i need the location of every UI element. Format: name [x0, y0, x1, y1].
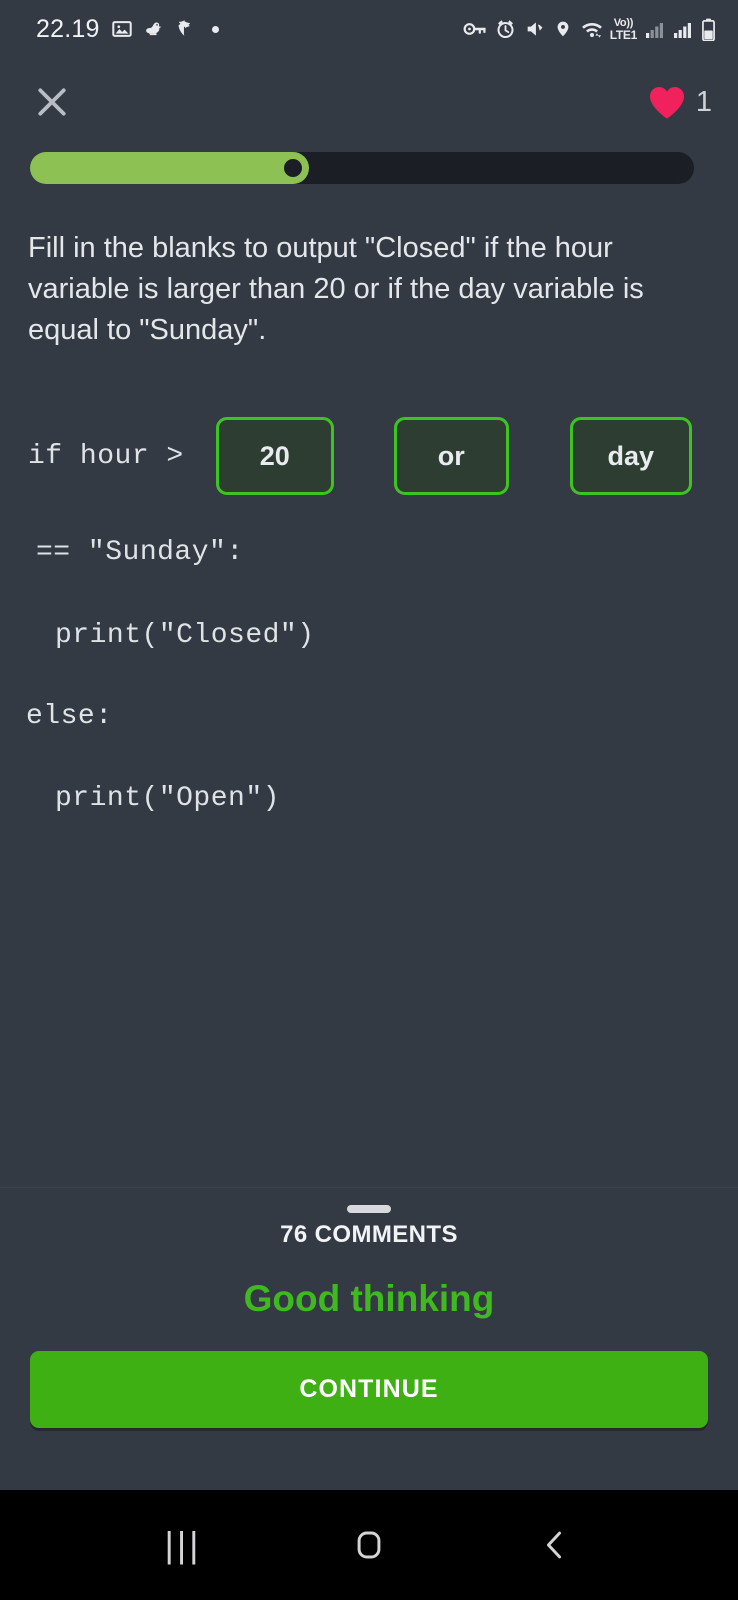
mute-icon: [527, 18, 546, 36]
hearts-indicator[interactable]: 1: [647, 84, 712, 120]
code-blank-slot-3-value: day: [607, 440, 654, 471]
location-icon: [557, 21, 569, 37]
signal-bars-1-icon: [646, 23, 663, 38]
code-line-sunday: == "Sunday":: [0, 530, 738, 574]
lesson-progress-fill: [30, 152, 309, 184]
code-blank-slot-3[interactable]: day: [569, 417, 692, 495]
close-button[interactable]: [26, 76, 78, 128]
code-line-print-open: print("Open"): [0, 776, 738, 820]
code-blank-slot-1-value: 20: [259, 440, 290, 471]
android-nav-bar: |||: [0, 1490, 738, 1600]
heart-icon: [649, 86, 684, 119]
result-message: Good thinking: [243, 1278, 495, 1319]
shield-icon: [178, 20, 190, 36]
key-icon: [463, 23, 486, 35]
status-bar-left-group: 22.19: [36, 15, 219, 44]
app-screen: 22.19 Vo)) LTE1 1 Fill in the blanks to …: [0, 0, 738, 1600]
volte-top-label: Vo)): [613, 16, 634, 29]
code-exercise-area: if hour > 20 or day == "Sunday": print("…: [0, 408, 738, 820]
wifi-icon: [581, 22, 602, 38]
android-status-bar: 22.19 Vo)) LTE1: [0, 0, 738, 58]
volte-indicator: Vo)) LTE1: [609, 16, 638, 42]
status-bar-clock: 22.19: [36, 14, 100, 43]
recents-button[interactable]: |||: [143, 1505, 223, 1585]
feedback-panel: 76 COMMENTS Good thinking CONTINUE: [0, 1187, 738, 1470]
recents-icon: |||: [164, 1524, 202, 1565]
dot-icon: [211, 25, 219, 33]
back-icon: [546, 1531, 562, 1559]
drag-handle[interactable]: [347, 1205, 391, 1213]
code-line-sunday-text: == "Sunday":: [36, 536, 244, 568]
code-line-else: else:: [0, 694, 738, 738]
lesson-progress-knob: [284, 159, 302, 177]
signal-bars-2-icon: [674, 23, 691, 38]
home-icon: [357, 1531, 381, 1559]
code-line-else-text: else:: [26, 700, 113, 732]
battery-icon: [702, 18, 715, 41]
alarm-icon: [497, 20, 514, 39]
code-line-print-open-text: print("Open"): [55, 782, 280, 814]
continue-button[interactable]: CONTINUE: [30, 1351, 708, 1428]
code-line-if: if hour > 20 or day: [0, 408, 738, 504]
close-icon: [38, 88, 66, 116]
image-icon: [111, 21, 132, 37]
hearts-count-label: 1: [695, 85, 712, 118]
code-line-print-closed: print("Closed"): [0, 613, 738, 657]
back-button[interactable]: [515, 1505, 595, 1585]
question-prompt: Fill in the blanks to output "Closed" if…: [28, 232, 644, 346]
lesson-header: 1: [0, 62, 738, 142]
duck-icon: [145, 22, 162, 36]
code-if-prefix: if hour >: [28, 440, 184, 472]
code-line-print-closed-text: print("Closed"): [55, 619, 315, 651]
lesson-progress-bar: [30, 152, 694, 184]
code-blank-slot-1[interactable]: 20: [215, 417, 334, 495]
code-blank-slot-2-value: or: [437, 440, 465, 471]
volte-bottom-label: LTE1: [609, 27, 638, 42]
home-button[interactable]: [329, 1505, 409, 1585]
comments-button[interactable]: 76 COMMENTS: [0, 1221, 738, 1249]
status-bar-right-group: Vo)) LTE1: [463, 16, 716, 42]
code-blank-slot-2[interactable]: or: [393, 417, 509, 495]
